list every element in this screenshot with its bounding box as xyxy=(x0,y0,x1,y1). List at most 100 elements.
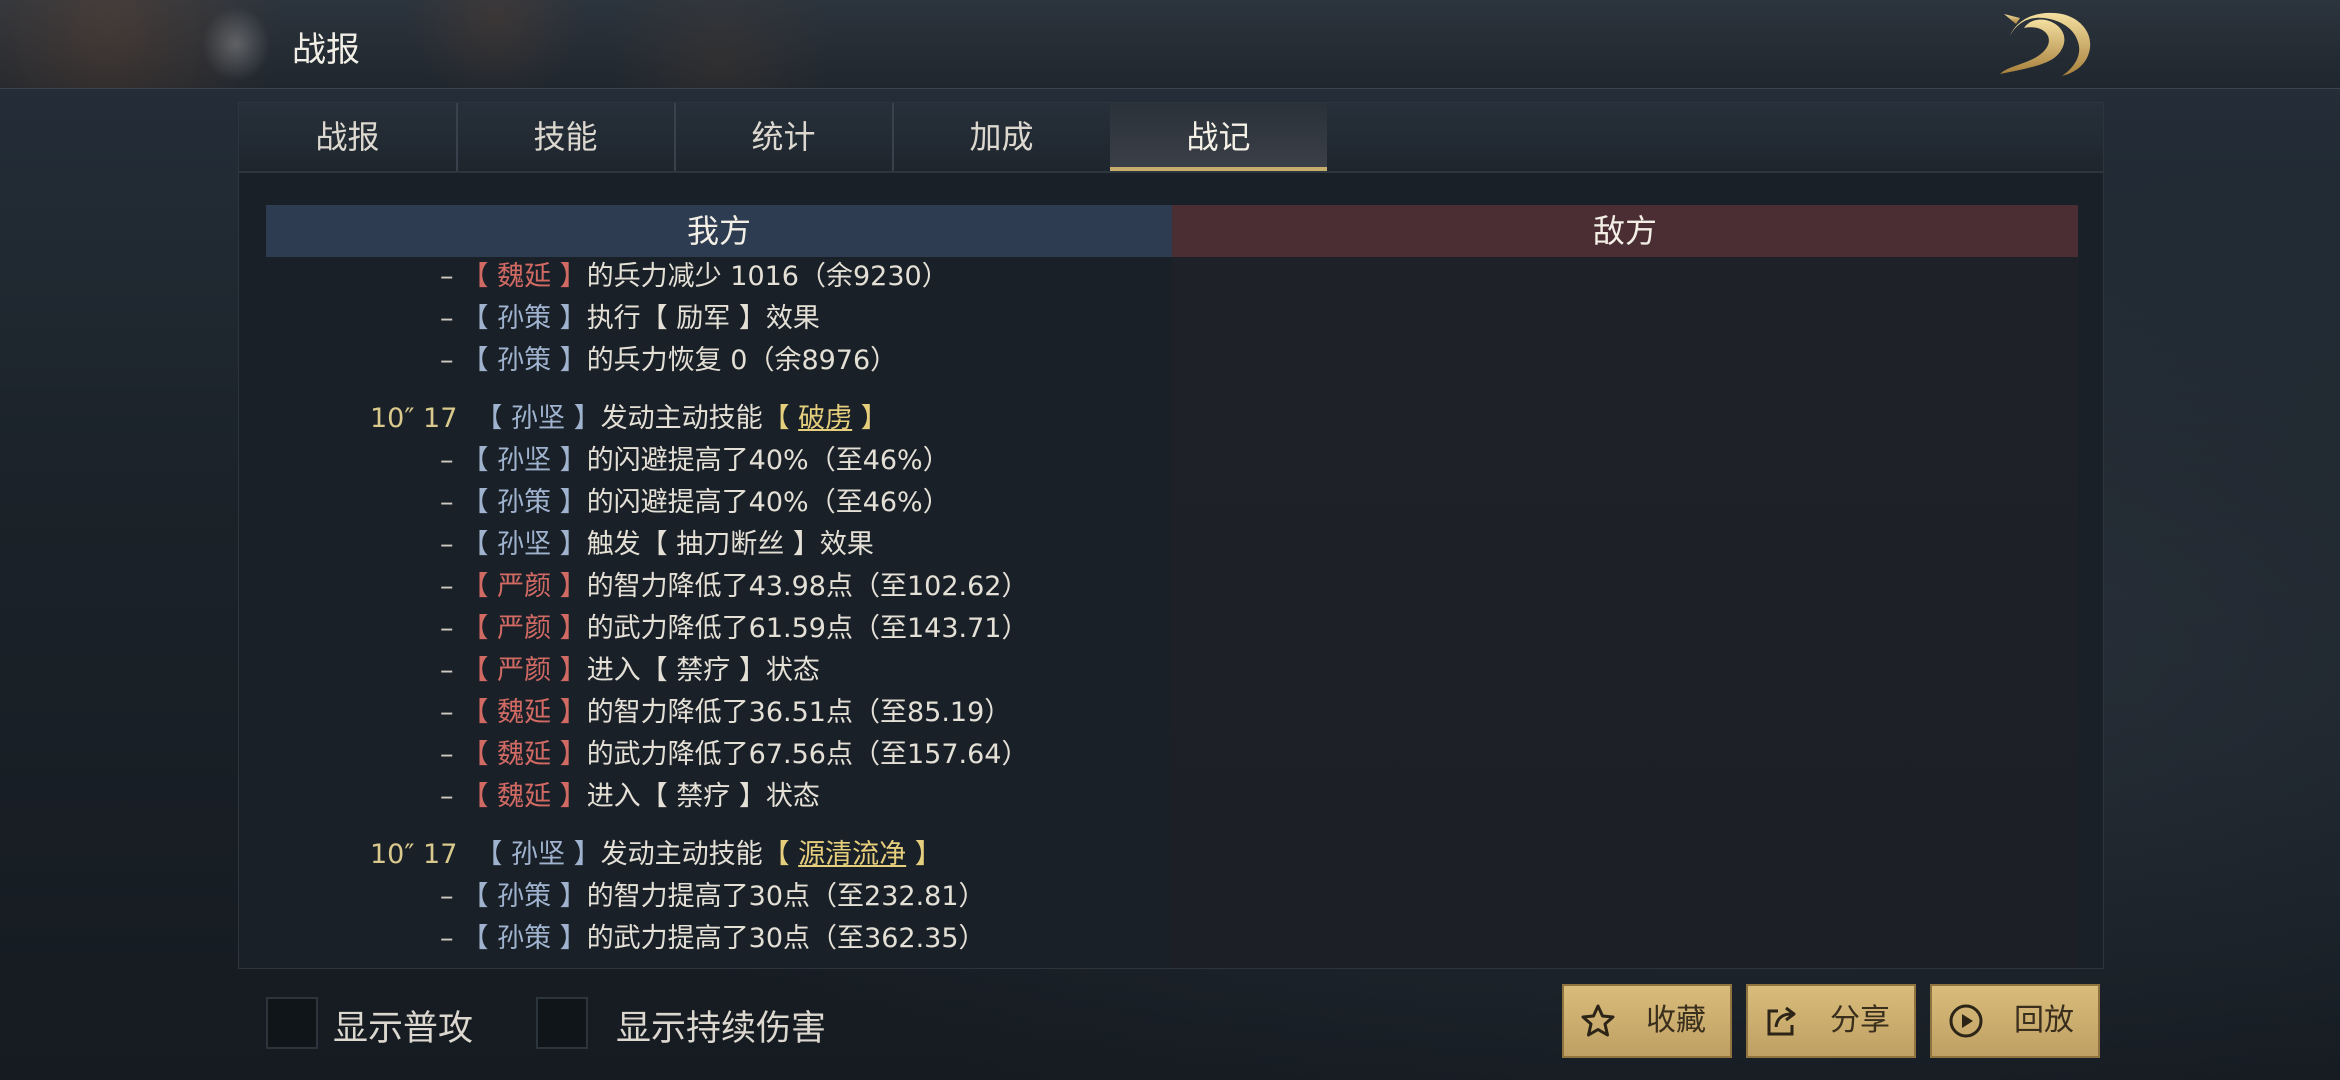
log-effect-entry: – 【 严颜 】的武力降低了61.59点（至143.71） xyxy=(440,609,1028,649)
log-effect-entry: – 【 魏延 】的武力降低了67.56点（至157.64） xyxy=(440,735,1028,775)
log-bullet: – xyxy=(440,881,454,912)
log-text: 发动主动技能 xyxy=(600,403,763,434)
log-effect-entry: – 【 孙策 】的兵力恢复 0（余8976） xyxy=(440,341,897,381)
general-name: 魏延 xyxy=(497,739,552,770)
tab-battle-report[interactable]: 战报 xyxy=(239,103,458,171)
log-timestamp: 10″ 17 xyxy=(370,403,458,434)
log-bracket: 】 xyxy=(551,781,587,812)
log-bracket: 【 xyxy=(461,261,498,292)
log-effect-entry: – 【 魏延 】的兵力减少 1016（余9230） xyxy=(440,257,949,297)
share-icon xyxy=(1767,1006,1796,1036)
tab-battle-log[interactable]: 战记 xyxy=(1110,103,1327,171)
log-bracket: 【 xyxy=(461,923,498,954)
skill-link[interactable]: 破虏 xyxy=(798,403,852,434)
star-icon xyxy=(1581,1004,1615,1037)
log-text: 的智力降低了36.51点（至85.19） xyxy=(586,697,1012,728)
log-bracket: 【 xyxy=(461,571,498,602)
tab-bonus[interactable]: 加成 xyxy=(893,103,1110,171)
share-label: 分享 xyxy=(1830,1003,1890,1038)
general-name: 孙坚 xyxy=(510,839,565,870)
enemy-column-header: 敌方 xyxy=(1172,205,2078,257)
favorite-button[interactable]: 收藏 xyxy=(1562,984,1732,1058)
log-skill-entry: 10″ 17 【 孙坚 】发动主动技能【 破虏 】 xyxy=(370,399,888,439)
log-bracket: 】 xyxy=(564,403,601,434)
show-normal-attack-label: 显示普攻 xyxy=(333,1009,474,1049)
log-bracket: 】 xyxy=(564,839,601,870)
log-text: 触发【 抽刀断丝 】效果 xyxy=(586,529,874,560)
log-bullet: – xyxy=(440,571,454,602)
tab-statistics[interactable]: 统计 xyxy=(675,103,894,171)
log-bracket: 】 xyxy=(551,613,587,644)
log-bracket: 】 xyxy=(551,739,587,770)
log-bracket: 【 xyxy=(461,345,498,376)
general-name: 孙策 xyxy=(497,923,552,954)
log-bracket: 】 xyxy=(852,403,888,434)
log-bracket: 【 xyxy=(762,403,799,434)
log-text: 的智力提高了30点（至232.81） xyxy=(586,881,986,912)
log-effect-entry: – 【 严颜 】的智力降低了43.98点（至102.62） xyxy=(440,567,1028,607)
log-bracket: 】 xyxy=(906,839,942,870)
general-name: 孙策 xyxy=(497,881,552,912)
log-bracket: 【 xyxy=(762,839,799,870)
log-text: 的闪避提高了40%（至46%） xyxy=(586,487,950,518)
log-text: 发动主动技能 xyxy=(600,839,763,870)
log-bracket: 【 xyxy=(461,739,498,770)
log-bullet: – xyxy=(440,697,454,728)
log-effect-entry: – 【 魏延 】的智力降低了36.51点（至85.19） xyxy=(440,693,1011,733)
favorite-label: 收藏 xyxy=(1646,1003,1706,1038)
battle-report-panel: 战报 技能 统计 加成 战记 我方 敌方 – 【 魏延 】的兵力减少 1016（余… xyxy=(238,102,2104,969)
skill-link[interactable]: 源清流净 xyxy=(798,839,906,870)
log-bracket: 】 xyxy=(551,881,587,912)
log-bracket: 【 xyxy=(461,655,498,686)
dragon-logo-icon xyxy=(2000,12,2091,76)
top-bar: 战报 xyxy=(0,0,2340,89)
log-effect-entry: – 【 严颜 】进入【 禁疗 】状态 xyxy=(440,651,820,691)
header-background xyxy=(0,0,900,88)
log-bracket: 【 xyxy=(461,697,498,728)
general-name: 严颜 xyxy=(497,613,552,644)
battle-log-list[interactable]: – 【 魏延 】的兵力减少 1016（余9230） – 【 孙策 】执行【 励军 】效… xyxy=(266,257,1172,962)
general-name: 孙策 xyxy=(497,303,552,334)
log-bullet: – xyxy=(440,739,454,770)
log-bracket: 】 xyxy=(551,445,587,476)
log-bracket: 【 xyxy=(461,613,498,644)
log-bracket: 【 xyxy=(475,839,511,870)
log-bullet: – xyxy=(440,923,454,954)
log-bracket: 【 xyxy=(461,303,498,334)
log-skill-entry: 10″ 17 【 孙坚 】发动主动技能【 源清流净 】 xyxy=(370,835,942,875)
log-text: 的武力降低了61.59点（至143.71） xyxy=(586,613,1029,644)
play-circle-icon xyxy=(1949,1004,1983,1038)
general-name: 魏延 xyxy=(497,781,552,812)
replay-label: 回放 xyxy=(2014,1003,2074,1038)
log-text: 进入【 禁疗 】状态 xyxy=(586,781,820,812)
log-bracket: 【 xyxy=(461,529,498,560)
log-bracket: 】 xyxy=(551,303,587,334)
tab-skills[interactable]: 技能 xyxy=(457,103,676,171)
show-normal-attack-checkbox[interactable] xyxy=(266,997,318,1049)
log-effect-entry: – 【 孙策 】执行【 励军 】效果 xyxy=(440,299,820,339)
log-bullet: – xyxy=(440,655,454,686)
general-name: 严颜 xyxy=(497,571,552,602)
share-button[interactable]: 分享 xyxy=(1746,984,1916,1058)
log-bullet: – xyxy=(440,613,454,644)
log-bracket: 】 xyxy=(551,529,587,560)
log-effect-entry: – 【 魏延 】进入【 禁疗 】状态 xyxy=(440,777,820,817)
log-bullet: – xyxy=(440,303,454,334)
page-title: 战报 xyxy=(292,30,360,70)
log-effect-entry: – 【 孙策 】的智力提高了30点（至232.81） xyxy=(440,877,986,917)
log-bracket: 】 xyxy=(551,655,587,686)
log-bullet: – xyxy=(440,445,454,476)
general-name: 孙坚 xyxy=(497,529,552,560)
enemy-column xyxy=(1172,257,2078,968)
log-text: 的武力降低了67.56点（至157.64） xyxy=(586,739,1029,770)
log-bullet: – xyxy=(440,781,454,812)
show-dot-checkbox[interactable] xyxy=(536,997,588,1049)
log-effect-entry: – 【 孙策 】的闪避提高了40%（至46%） xyxy=(440,483,950,523)
log-text: 的兵力恢复 0（余8976） xyxy=(586,345,898,376)
log-text: 的闪避提高了40%（至46%） xyxy=(586,445,950,476)
replay-button[interactable]: 回放 xyxy=(1930,984,2100,1058)
log-bracket: 【 xyxy=(461,781,498,812)
log-text: 的智力降低了43.98点（至102.62） xyxy=(586,571,1029,602)
general-name: 孙坚 xyxy=(497,445,552,476)
log-bracket: 】 xyxy=(551,487,587,518)
